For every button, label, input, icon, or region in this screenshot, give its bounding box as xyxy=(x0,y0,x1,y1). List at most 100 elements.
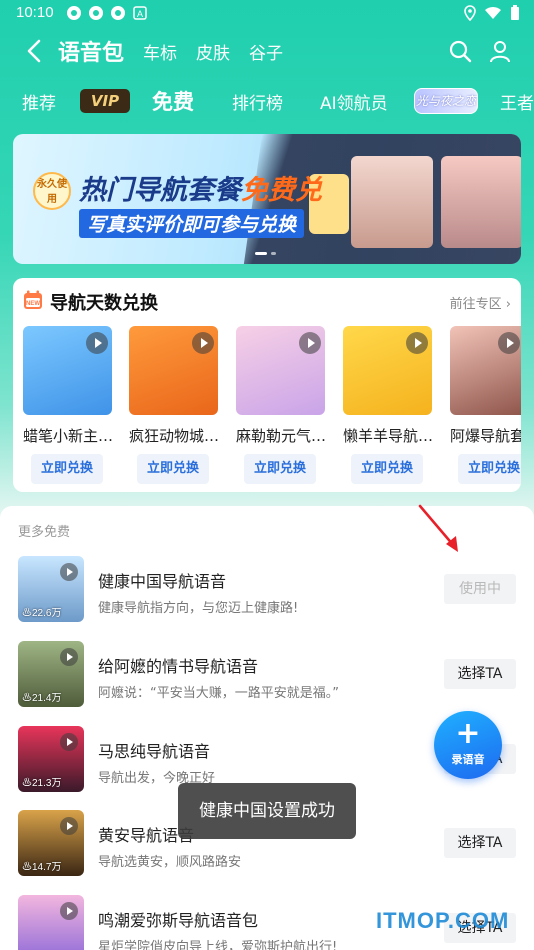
voice-pack-name: 马思纯导航语音 xyxy=(98,742,211,761)
permanent-use-badge: 永久使用 xyxy=(33,172,71,210)
tab-ai-navigator[interactable]: AI领航员 xyxy=(320,89,388,114)
notification-icons: A xyxy=(66,5,148,21)
battery-icon xyxy=(511,5,519,20)
voice-pack-desc: 导航选黄安，顺风路路安 xyxy=(98,855,242,870)
system-icons xyxy=(464,5,520,21)
status-time: 10:10 xyxy=(16,4,54,21)
play-icon[interactable] xyxy=(60,733,78,751)
exchange-item[interactable]: 麻勒勒元气… 立即兑换 xyxy=(236,326,326,484)
play-count-value: 22.6万 xyxy=(32,608,62,619)
user-profile-icon[interactable] xyxy=(488,39,512,63)
play-icon[interactable] xyxy=(60,648,78,666)
go-to-zone-link[interactable]: 前往专区 › xyxy=(450,293,511,312)
status-bar: 10:10 A xyxy=(0,0,534,28)
success-toast: 健康中国设置成功 xyxy=(178,783,356,839)
tab-recommend[interactable]: 推荐 xyxy=(22,89,56,114)
more-free-label: 更多免费 xyxy=(18,525,71,540)
exchange-item-name: 麻勒勒元气… xyxy=(236,427,327,445)
voice-pack-thumbnail: ♨21.3万 xyxy=(18,726,84,792)
tab-honor-of-kings[interactable]: 王者 xyxy=(500,89,534,114)
voice-pack-thumbnail xyxy=(18,895,84,950)
play-count-value: 14.7万 xyxy=(32,862,62,873)
page-title[interactable]: 语音包 xyxy=(58,35,124,67)
crayon-shinchan-thumbnail xyxy=(23,326,112,415)
lazy-sheep-thumbnail xyxy=(343,326,432,415)
voice-pack-desc: 健康导航指方向，与您迈上健康路! xyxy=(98,601,299,616)
play-icon[interactable] xyxy=(406,332,428,354)
svg-text:A: A xyxy=(137,9,143,19)
exchange-item-name: 阿爆导航套 xyxy=(450,427,521,445)
voice-pack-name: 健康中国导航语音 xyxy=(98,572,227,591)
banner-title: 热门导航套餐免费兑 xyxy=(79,168,322,207)
exchange-item-name: 懒羊羊导航… xyxy=(343,427,434,445)
banner-portrait-image xyxy=(441,156,521,248)
voice-pack-thumbnail: ♨14.7万 xyxy=(18,810,84,876)
exchange-item[interactable]: 蜡笔小新主… 立即兑换 xyxy=(23,326,113,484)
play-icon[interactable] xyxy=(86,332,108,354)
back-arrow-icon[interactable] xyxy=(22,38,48,64)
tab-skin[interactable]: 皮肤 xyxy=(196,39,230,64)
abao-thumbnail xyxy=(450,326,521,415)
play-count: ♨21.3万 xyxy=(22,778,62,789)
play-icon[interactable] xyxy=(498,332,520,354)
zootopia-thumbnail xyxy=(129,326,218,415)
category-tabs: 推荐 VIP 免费 排行榜 AI领航员 光与夜之恋 王者 xyxy=(0,84,534,118)
site-watermark: ITMOP.COM xyxy=(376,908,510,933)
pagination-dot-active xyxy=(255,252,267,255)
redeem-button[interactable]: 立即兑换 xyxy=(31,454,103,484)
play-icon[interactable] xyxy=(192,332,214,354)
select-button[interactable]: 选择TA xyxy=(444,659,516,689)
redeem-button[interactable]: 立即兑换 xyxy=(137,454,209,484)
plus-icon: + xyxy=(455,716,481,751)
exchange-item[interactable]: 阿爆导航套 立即兑换 xyxy=(450,326,521,484)
tab-ranking[interactable]: 排行榜 xyxy=(232,89,283,114)
play-count-value: 21.4万 xyxy=(32,693,62,704)
search-icon[interactable] xyxy=(448,39,472,63)
voice-pack-row[interactable]: ♨22.6万 健康中国导航语音 健康导航指方向，与您迈上健康路! 使用中 xyxy=(0,556,534,640)
banner-subtitle: 写真实评价即可参与兑换 xyxy=(79,209,305,238)
play-count: ♨22.6万 xyxy=(22,608,62,619)
voice-pack-row[interactable]: ♨21.4万 给阿嬷的情书导航语音 阿嬷说：“平安当大赚，一路平安就是福。” 选… xyxy=(0,641,534,725)
tab-light-and-night[interactable]: 光与夜之恋 xyxy=(414,88,478,114)
voice-pack-thumbnail: ♨22.6万 xyxy=(18,556,84,622)
record-voice-label: 录语音 xyxy=(451,753,485,766)
top-navigation: 语音包 车标 皮肤 谷子 xyxy=(0,32,534,70)
redeem-button[interactable]: 立即兑换 xyxy=(458,454,521,484)
tab-car-logo[interactable]: 车标 xyxy=(143,39,177,64)
exchange-item[interactable]: 疯狂动物城… 立即兑换 xyxy=(129,326,219,484)
banner-title-main: 热门导航套餐 xyxy=(79,175,241,206)
play-count-value: 21.3万 xyxy=(32,778,62,789)
tab-vip[interactable]: VIP xyxy=(80,89,130,113)
play-icon[interactable] xyxy=(299,332,321,354)
redeem-button[interactable]: 立即兑换 xyxy=(351,454,423,484)
red-arrow-annotation xyxy=(418,504,458,552)
exchange-section-title: 导航天数兑换 xyxy=(50,293,158,314)
voice-pack-thumbnail: ♨21.4万 xyxy=(18,641,84,707)
banner-pagination xyxy=(255,252,276,255)
redeem-button[interactable]: 立即兑换 xyxy=(244,454,316,484)
play-icon[interactable] xyxy=(60,902,78,920)
in-use-button[interactable]: 使用中 xyxy=(444,574,516,604)
banner-portrait-image xyxy=(351,156,433,248)
banner-title-highlight: 免费兑 xyxy=(241,175,322,206)
play-icon[interactable] xyxy=(60,563,78,581)
select-button[interactable]: 选择TA xyxy=(444,828,516,858)
play-icon[interactable] xyxy=(60,817,78,835)
exchange-item-name: 蜡笔小新主… xyxy=(23,427,114,445)
location-icon xyxy=(464,5,476,21)
voice-pack-name: 给阿嬷的情书导航语音 xyxy=(98,657,259,676)
navigation-days-exchange-card: NEW 导航天数兑换 前往专区 › 蜡笔小新主… 立即兑换 疯狂动物城… 立即兑… xyxy=(13,278,521,492)
app-notification-icon xyxy=(89,6,103,20)
record-voice-button[interactable]: + 录语音 xyxy=(434,711,502,779)
exchange-item-name: 疯狂动物城… xyxy=(129,427,220,445)
go-to-zone-label: 前往专区 xyxy=(449,297,502,312)
voice-pack-name: 鸣潮爱弥斯导航语音包 xyxy=(98,911,259,930)
tab-goods[interactable]: 谷子 xyxy=(249,39,283,64)
play-count: ♨14.7万 xyxy=(22,862,62,873)
promo-banner[interactable]: 永久使用 热门导航套餐免费兑 写真实评价即可参与兑换 xyxy=(13,134,521,264)
exchange-item[interactable]: 懒羊羊导航… 立即兑换 xyxy=(343,326,433,484)
play-count: ♨21.4万 xyxy=(22,693,62,704)
tab-free[interactable]: 免费 xyxy=(152,86,194,116)
app-notification-icon xyxy=(67,6,81,20)
chevron-right-icon: › xyxy=(505,297,511,312)
